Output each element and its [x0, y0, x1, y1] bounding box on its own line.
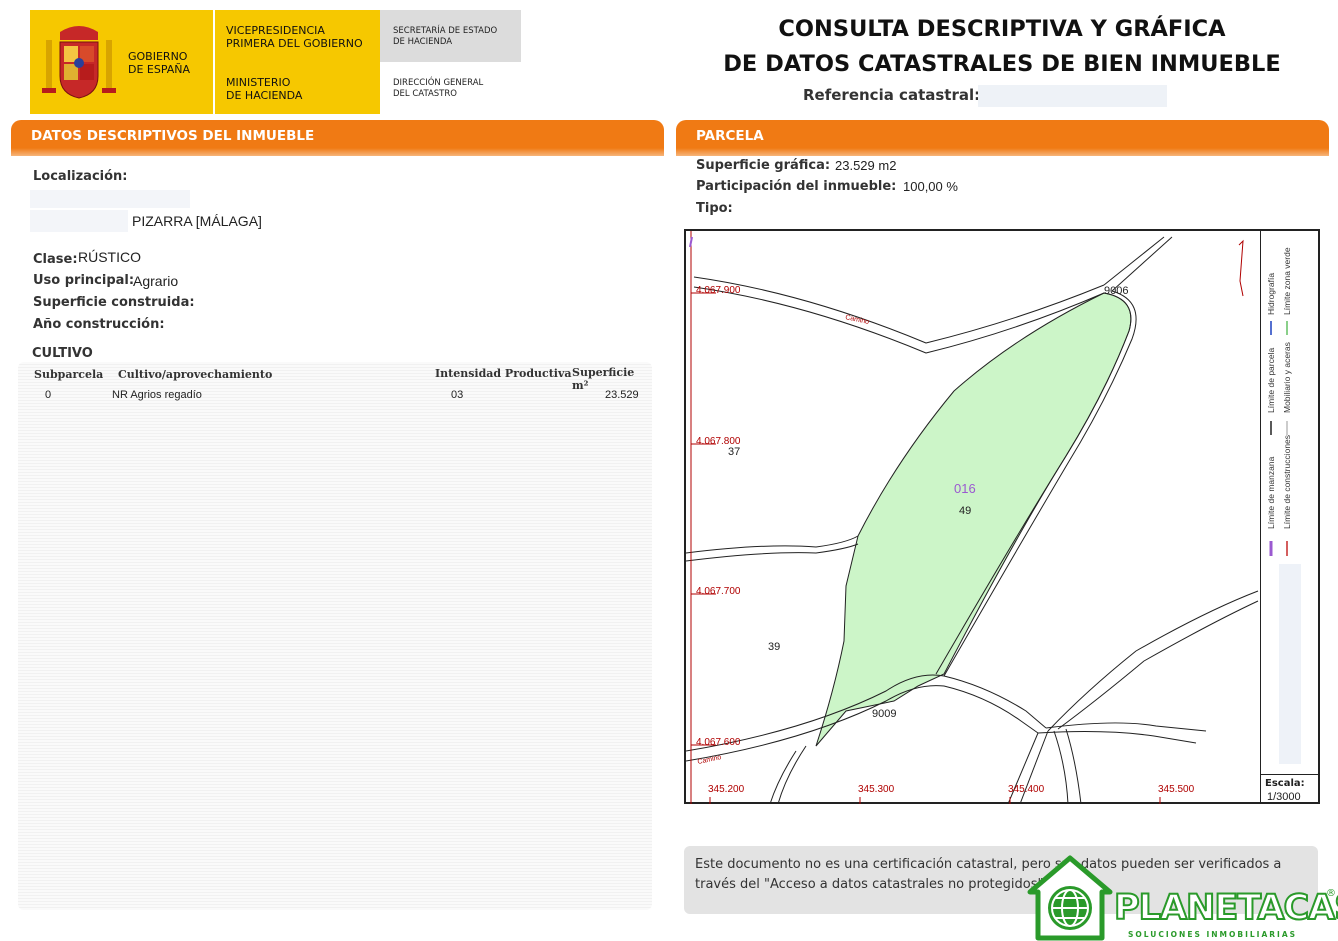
legend-limite-parcela: Límite de parcela — [1266, 348, 1276, 413]
government-logo: GOBIERNO DE ESPAÑA VICEPRESIDENCIA PRIMERA… — [30, 10, 380, 114]
table-header-cultivo: Cultivo/aprovechamiento — [118, 368, 273, 381]
cadastral-map: 4.067.900 4.067.800 4.067.700 4.067.600 345… — [684, 229, 1320, 804]
scale-label: Escala: — [1265, 778, 1305, 789]
map-label-9009: 9009 — [872, 708, 896, 720]
address-redacted — [30, 190, 190, 208]
x-coordinate-label: 345.200 — [708, 784, 745, 795]
legend-limite-manzana: Límite de manzana — [1266, 456, 1276, 529]
ref-catastral-label: Referencia catastral: — [803, 86, 981, 104]
participacion-value: 100,00 % — [903, 179, 958, 194]
planetacasa-watermark: ® PLANETACASA SOLUCIONES INMOBILIARIAS — [1026, 852, 1338, 941]
parcel-number-label: 49 — [959, 505, 971, 517]
manzana-marker — [689, 236, 693, 248]
legend-zona-verde: Límite zona verde — [1282, 247, 1292, 315]
y-coordinate-labels: 4.067.9004.067.8004.067.7004.067.600 — [696, 285, 741, 748]
scale-value: 1/3000 — [1267, 791, 1301, 803]
clase-label: Clase: — [33, 252, 78, 267]
logo-secretaria-text: SECRETARÍA DE ESTADO DE HACIENDA — [393, 26, 498, 47]
document-title: CONSULTA DESCRIPTIVA Y GRÁFICA DE DATOS … — [723, 16, 1281, 77]
y-coordinate-label: 4.067.700 — [696, 586, 741, 597]
table-cell-cultivo: NR Agrios regadío — [112, 389, 202, 401]
address-redacted-2 — [30, 210, 128, 232]
watermark-tagline: SOLUCIONES INMOBILIARIAS — [1128, 930, 1298, 939]
localizacion-value: PIZARRA [MÁLAGA] — [132, 213, 262, 229]
uso-value: Agrario — [133, 273, 179, 289]
table-cell-subparcela: 0 — [45, 389, 52, 401]
logo-ministerio-text: MINISTERIO DE HACIENDA — [226, 76, 303, 102]
anio-construccion-label: Año construcción: — [33, 317, 165, 332]
section-header-datos: DATOS DESCRIPTIVOS DEL INMUEBLE — [11, 120, 664, 156]
map-label-9006: 9006 — [1104, 285, 1128, 297]
participacion-label: Participación del inmueble: — [696, 179, 897, 194]
parcel-shape — [815, 292, 1132, 747]
y-coordinate-label: 4.067.900 — [696, 285, 741, 296]
parcel-id-label: 016 — [954, 481, 976, 496]
legend-hidrografia: Hidrografía — [1266, 273, 1276, 315]
road-label-2: Camino — [697, 754, 722, 766]
y-coordinate-label: 4.067.600 — [696, 737, 741, 748]
table-header-intensidad: Intensidad Productiva — [435, 367, 572, 380]
cultivo-table: Subparcela Cultivo/aprovechamiento Inten… — [18, 362, 652, 910]
x-coordinate-label: 345.300 — [858, 784, 895, 795]
superficie-grafica-value: 23.529 m2 — [835, 158, 897, 173]
coat-of-arms-icon — [42, 26, 116, 99]
section-title-parcela: PARCELA — [696, 128, 764, 144]
logo-direccion-text: DIRECCIÓN GENERAL DEL CATASTRO — [393, 78, 484, 99]
tipo-label: Tipo: — [696, 201, 733, 216]
section-header-parcela: PARCELA — [676, 120, 1329, 156]
legend-mobiliario: Mobiliario y aceras — [1282, 342, 1292, 413]
superficie-grafica-label: Superficie gráfica: — [696, 158, 831, 173]
map-drawing: 4.067.9004.067.8004.067.7004.067.600 345… — [686, 231, 1259, 804]
uso-label: Uso principal: — [33, 273, 135, 288]
superficie-construida-label: Superficie construida: — [33, 295, 195, 310]
map-legend: Límite de manzana Límite de parcela Hidr… — [1260, 231, 1318, 774]
localizacion-label: Localización: — [33, 169, 128, 184]
logo-divider — [213, 10, 215, 114]
legend-limite-construcciones: Límite de construcciones — [1282, 435, 1292, 529]
watermark-brand: PLANETACASA — [1113, 887, 1338, 929]
map-label-37: 37 — [728, 446, 740, 458]
table-cell-intensidad: 03 — [451, 389, 464, 401]
ref-catastral-value-redacted — [978, 85, 1167, 107]
legend-drawing: Límite de manzana Límite de parcela Hidr… — [1266, 247, 1301, 764]
logo-vicepresidencia-text: VICEPRESIDENCIA PRIMERA DEL GOBIERNO — [226, 24, 363, 50]
section-title-datos: DATOS DESCRIPTIVOS DEL INMUEBLE — [31, 128, 315, 144]
x-coordinate-label: 345.500 — [1158, 784, 1195, 795]
table-header-subparcela: Subparcela — [34, 368, 104, 381]
table-cell-superficie: 23.529 — [605, 389, 639, 401]
map-label-39: 39 — [768, 641, 780, 653]
clase-value: RÚSTICO — [78, 249, 141, 265]
x-coordinate-label: 345.400 — [1008, 784, 1045, 795]
cultivo-title: CULTIVO — [32, 346, 93, 361]
logo-gobierno-text: GOBIERNO DE ESPAÑA — [128, 50, 191, 76]
map-scale: Escala: 1/3000 — [1260, 774, 1318, 804]
